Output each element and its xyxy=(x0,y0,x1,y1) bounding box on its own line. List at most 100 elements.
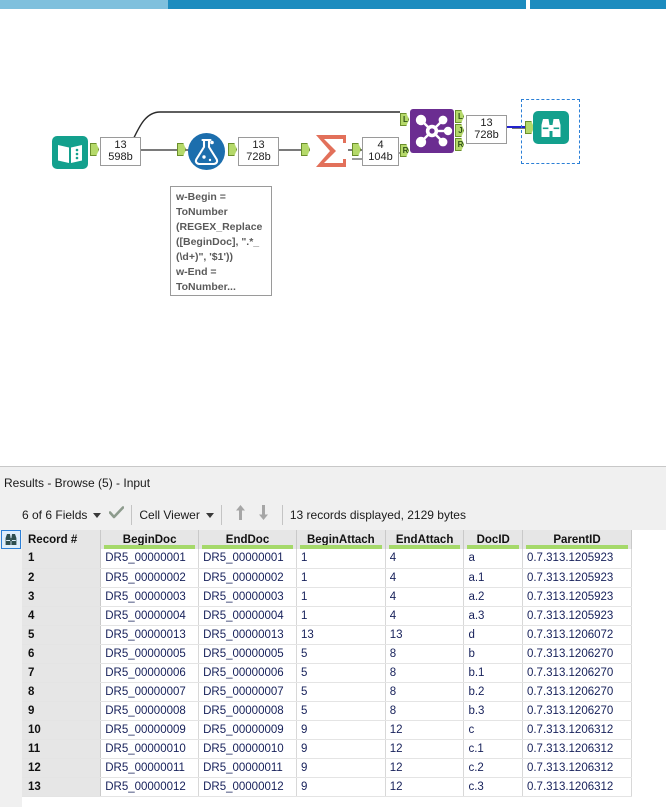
table-row[interactable]: 3 DR5_00000003 DR5_00000003 1 4 a.2 0.7.313.12… xyxy=(22,587,633,607)
row-number-cell[interactable]: 12 xyxy=(22,758,102,778)
table-cell[interactable]: DR5_00000009 xyxy=(198,720,297,740)
column-header-endattach[interactable]: EndAttach xyxy=(385,530,465,549)
fields-dropdown[interactable]: 6 of 6 Fields xyxy=(22,508,102,522)
column-header-begindoc[interactable]: BeginDoc xyxy=(100,530,200,549)
table-cell[interactable]: c.3 xyxy=(463,777,523,797)
table-cell[interactable]: DR5_00000013 xyxy=(100,625,200,645)
row-number-cell[interactable]: 4 xyxy=(22,606,102,626)
table-row[interactable]: 12 DR5_00000011 DR5_00000011 9 12 c.2 0.7.313.… xyxy=(22,758,633,778)
table-cell[interactable]: a.3 xyxy=(463,606,523,626)
table-cell[interactable]: 5 xyxy=(296,682,386,702)
row-number-cell[interactable]: 3 xyxy=(22,587,102,607)
table-row[interactable]: 13 DR5_00000012 DR5_00000012 9 12 c.3 0.7.313.… xyxy=(22,777,633,797)
table-cell[interactable]: DR5_00000006 xyxy=(100,663,200,683)
table-cell[interactable]: 8 xyxy=(385,701,465,721)
table-cell[interactable]: 1 xyxy=(296,606,386,626)
column-header-beginattach[interactable]: BeginAttach xyxy=(296,530,386,549)
column-header-record[interactable]: Record # xyxy=(22,530,102,549)
anchor-join-output-right[interactable]: R xyxy=(455,138,464,151)
table-cell[interactable]: 0.7.313.1206270 xyxy=(522,663,633,683)
table-cell[interactable]: DR5_00000006 xyxy=(198,663,297,683)
table-cell[interactable]: DR5_00000004 xyxy=(198,606,297,626)
row-number-cell[interactable]: 7 xyxy=(22,663,102,683)
anchor-join-output-join[interactable]: J xyxy=(455,124,464,137)
cell-viewer-dropdown[interactable]: Cell Viewer xyxy=(139,508,214,522)
window-tab-strip[interactable] xyxy=(0,0,666,9)
table-row[interactable]: 10 DR5_00000009 DR5_00000009 9 12 c 0.7.313.12… xyxy=(22,720,633,740)
table-cell[interactable]: b.2 xyxy=(463,682,523,702)
table-cell[interactable]: a xyxy=(463,549,523,569)
table-cell[interactable]: 5 xyxy=(296,663,386,683)
table-cell[interactable]: 13 xyxy=(385,625,465,645)
table-cell[interactable]: 4 xyxy=(385,568,465,588)
row-number-cell[interactable]: 11 xyxy=(22,739,102,759)
table-cell[interactable]: DR5_00000001 xyxy=(198,549,297,569)
anchor-join-output-left[interactable]: L xyxy=(455,110,464,123)
table-cell[interactable]: 12 xyxy=(385,777,465,797)
table-cell[interactable]: DR5_00000011 xyxy=(100,758,200,778)
table-cell[interactable]: 0.7.313.1206270 xyxy=(522,682,633,702)
table-cell[interactable]: a.2 xyxy=(463,587,523,607)
table-cell[interactable]: DR5_00000008 xyxy=(198,701,297,721)
workflow-canvas[interactable]: 13 598b 13 728b w-Begin = ToNumber (REGE… xyxy=(0,9,666,466)
check-icon[interactable] xyxy=(109,506,125,524)
table-cell[interactable]: 0.7.313.1206072 xyxy=(522,625,633,645)
table-cell[interactable]: 0.7.313.1205923 xyxy=(522,549,633,569)
table-cell[interactable]: 5 xyxy=(296,701,386,721)
table-row[interactable]: 6 DR5_00000005 DR5_00000005 5 8 b 0.7.313.1206… xyxy=(22,644,633,664)
row-number-cell[interactable]: 1 xyxy=(22,549,102,569)
table-row[interactable]: 11 DR5_00000010 DR5_00000010 9 12 c.1 0.7.313.… xyxy=(22,739,633,759)
table-cell[interactable]: d xyxy=(463,625,523,645)
table-row[interactable]: 4 DR5_00000004 DR5_00000004 1 4 a.3 0.7.313.12… xyxy=(22,606,633,626)
table-cell[interactable]: DR5_00000003 xyxy=(198,587,297,607)
table-cell[interactable]: 0.7.313.1206312 xyxy=(522,739,633,759)
row-number-cell[interactable]: 5 xyxy=(22,625,102,645)
tool-input-data[interactable] xyxy=(50,132,90,177)
table-cell[interactable]: 0.7.313.1205923 xyxy=(522,606,633,626)
table-cell[interactable]: 0.7.313.1206270 xyxy=(522,701,633,721)
tool-summarize[interactable] xyxy=(310,130,352,177)
table-cell[interactable]: 5 xyxy=(296,644,386,664)
table-cell[interactable]: 9 xyxy=(296,777,386,797)
row-number-cell[interactable]: 6 xyxy=(22,644,102,664)
table-row[interactable]: 8 DR5_00000007 DR5_00000007 5 8 b.2 0.7.313.12… xyxy=(22,682,633,702)
column-header-docid[interactable]: DocID xyxy=(463,530,523,549)
table-cell[interactable]: 1 xyxy=(296,568,386,588)
table-cell[interactable]: DR5_00000013 xyxy=(198,625,297,645)
table-cell[interactable]: c xyxy=(463,720,523,740)
table-cell[interactable]: DR5_00000010 xyxy=(198,739,297,759)
table-cell[interactable]: b.3 xyxy=(463,701,523,721)
row-number-cell[interactable]: 9 xyxy=(22,701,102,721)
table-cell[interactable]: c.1 xyxy=(463,739,523,759)
rail-browse-icon-button[interactable] xyxy=(1,530,21,549)
table-cell[interactable]: 8 xyxy=(385,644,465,664)
table-cell[interactable]: b xyxy=(463,644,523,664)
table-cell[interactable]: 9 xyxy=(296,720,386,740)
table-cell[interactable]: DR5_00000002 xyxy=(100,568,200,588)
table-cell[interactable]: 0.7.313.1206312 xyxy=(522,758,633,778)
table-cell[interactable]: DR5_00000008 xyxy=(100,701,200,721)
table-cell[interactable]: 12 xyxy=(385,739,465,759)
table-cell[interactable]: a.1 xyxy=(463,568,523,588)
table-cell[interactable]: DR5_00000004 xyxy=(100,606,200,626)
table-cell[interactable]: DR5_00000012 xyxy=(198,777,297,797)
table-cell[interactable]: DR5_00000011 xyxy=(198,758,297,778)
tab-strip-active-segment[interactable] xyxy=(168,0,526,9)
table-cell[interactable]: 8 xyxy=(385,663,465,683)
column-header-enddoc[interactable]: EndDoc xyxy=(198,530,297,549)
table-cell[interactable]: 13 xyxy=(296,625,386,645)
tool-join[interactable] xyxy=(410,109,454,158)
table-cell[interactable]: c.2 xyxy=(463,758,523,778)
row-number-cell[interactable]: 10 xyxy=(22,720,102,740)
row-number-cell[interactable]: 13 xyxy=(22,777,102,797)
table-cell[interactable]: 1 xyxy=(296,587,386,607)
table-cell[interactable]: 0.7.313.1206270 xyxy=(522,644,633,664)
table-cell[interactable]: 9 xyxy=(296,739,386,759)
table-cell[interactable]: 9 xyxy=(296,758,386,778)
table-row[interactable]: 1 DR5_00000001 DR5_00000001 1 4 a 0.7.313.1205… xyxy=(22,549,633,569)
table-cell[interactable]: 4 xyxy=(385,549,465,569)
table-row[interactable]: 2 DR5_00000002 DR5_00000002 1 4 a.1 0.7.313.12… xyxy=(22,568,633,588)
table-cell[interactable]: 0.7.313.1206312 xyxy=(522,720,633,740)
table-cell[interactable]: DR5_00000003 xyxy=(100,587,200,607)
row-number-cell[interactable]: 8 xyxy=(22,682,102,702)
